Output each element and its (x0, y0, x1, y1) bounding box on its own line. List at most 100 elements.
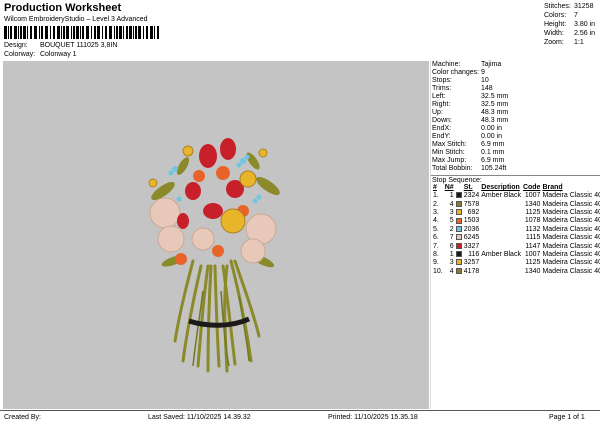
info-row: Trims: 148 (432, 85, 493, 92)
color-swatch-cell (455, 267, 463, 276)
info-row: Left: 32.5 mm (432, 93, 509, 100)
table-row: 2. 4 7578 1340 Madeira Classic 40 (432, 200, 600, 208)
cell-st: 116 (468, 250, 480, 258)
stat-row: Stitches: 31258 (544, 3, 594, 10)
barcode-bar (154, 26, 155, 39)
design-label: Design: (4, 42, 28, 49)
created-by: Created By: (4, 414, 41, 421)
machine-info-panel: Machine: Tajima Color changes: 9 Stops: 10 … (430, 61, 600, 409)
barcode-bar (66, 26, 69, 39)
barcode-bar (114, 26, 115, 39)
color-swatch-cell (455, 234, 463, 242)
cell-desc (480, 226, 522, 234)
table-row: 7. 6 3327 1147 Madeira Classic 40 (432, 242, 600, 250)
table-row: 8. 1 116 Amber Black 1007 Madeira Classic 40 (432, 251, 600, 259)
cell-needle: 3 (449, 208, 454, 216)
cell-code: 1340 (524, 200, 541, 208)
barcode-bar (150, 26, 153, 39)
color-swatch (455, 209, 462, 216)
cell-code: 1115 (525, 234, 541, 242)
info-row: Total Bobbin: 105.24ft (432, 165, 507, 172)
cell-n: 2. (433, 200, 439, 208)
cell-st: 2324 (463, 192, 480, 200)
stat-row: Colors: 7 (544, 12, 578, 19)
table-row: 5. 2 2036 1132 Madeira Classic 40 (432, 226, 600, 234)
cell-code: 1125 (525, 208, 541, 216)
barcode-bar (138, 26, 141, 39)
cell-code: 1147 (525, 242, 541, 250)
col-header: Code (522, 184, 541, 191)
embroidery-bouquet-image (148, 138, 280, 373)
color-swatch (455, 234, 462, 241)
barcode-bar (94, 26, 96, 39)
barcode-bar (57, 26, 60, 39)
info-row: Max Jump: 6.9 mm (432, 157, 505, 164)
table-row: 3. 3 692 1125 Madeira Classic 40 (432, 209, 600, 217)
colorway-label: Colorway: (4, 51, 36, 58)
cell-n: 8. (433, 250, 439, 258)
color-swatch-cell (455, 192, 463, 200)
barcode-bar (146, 26, 148, 39)
cell-code: 1340 (524, 267, 541, 275)
cell-needle: 1 (449, 250, 454, 258)
design-preview (3, 61, 429, 409)
page-title: Production Worksheet (4, 2, 122, 14)
stat-row: Width: 2.56 in (544, 30, 596, 37)
info-row: Min Stitch: 0.1 mm (432, 149, 505, 156)
colorway-value: Colonway 1 (39, 51, 77, 58)
cell-desc (480, 268, 522, 276)
barcode-bar (157, 26, 159, 39)
cell-st: 7578 (463, 200, 480, 208)
col-header: St. (463, 184, 473, 191)
cell-needle: 7 (449, 234, 454, 242)
stop-sequence-body: 1. 1 2324 Amber Black 1007 Madeira Classic 40… (432, 192, 600, 276)
color-swatch (455, 251, 462, 258)
color-swatch (455, 225, 462, 232)
color-swatch-cell (455, 225, 463, 234)
cell-n: 3. (433, 208, 439, 216)
cell-desc: Amber Black (481, 192, 521, 200)
cell-brand: Madeira Classic 40 (542, 225, 600, 233)
barcode-bar (76, 26, 79, 39)
software-name: Wilcom EmbroideryStudio – Level 3 Advanc… (4, 16, 148, 23)
color-swatch-cell (455, 242, 463, 250)
info-row: Stops: 10 (432, 77, 489, 84)
cell-desc (480, 242, 522, 250)
cell-needle: 5 (449, 217, 454, 225)
barcode-bar (39, 26, 40, 39)
barcode-bar (82, 26, 84, 39)
barcode-bar (71, 26, 72, 39)
barcode-bar (126, 26, 128, 39)
cell-brand: Madeira Classic 40 (542, 267, 600, 275)
barcode-bar (63, 26, 65, 39)
stop-sequence-title: Stop Sequence: (431, 175, 600, 184)
color-swatch (455, 192, 462, 199)
info-list: Machine: Tajima Color changes: 9 Stops: 10 … (431, 61, 600, 173)
barcode-bar (80, 26, 81, 39)
cell-n: 4. (433, 217, 439, 225)
barcode-bar (129, 26, 132, 39)
worksheet-footer: Created By: Last Saved: 11/10/2025 14.39… (0, 410, 600, 424)
barcode-bar (50, 26, 51, 39)
printed-date: Printed: 11/10/2025 15.35.18 (328, 414, 418, 421)
design-stats: Stitches: 31258 Colors: 7 Height: 3.80 in W… (544, 2, 600, 47)
barcode-bar (27, 26, 28, 39)
cell-brand: Madeira Classic 40 (542, 192, 600, 200)
cell-needle: 4 (449, 200, 454, 208)
barcode-bar (61, 26, 62, 39)
barcode-bar (116, 26, 118, 39)
cell-n: 10. (433, 267, 443, 275)
barcode-bar (14, 26, 17, 39)
cell-desc (480, 209, 522, 217)
col-header: N# (444, 184, 454, 191)
col-header: Brand (542, 184, 563, 191)
cell-brand: Madeira Classic 40 (542, 250, 600, 258)
stat-row: Zoom: 1:1 (544, 39, 584, 46)
cell-brand: Madeira Classic 40 (542, 208, 600, 216)
info-row: Down: 48.3 mm (432, 117, 509, 124)
last-saved: Last Saved: 11/10/2025 14.39.32 (148, 414, 251, 421)
cell-needle: 6 (449, 242, 454, 250)
color-swatch-cell (455, 209, 463, 217)
cell-brand: Madeira Classic 40 (542, 200, 600, 208)
cell-brand: Madeira Classic 40 (542, 234, 600, 242)
